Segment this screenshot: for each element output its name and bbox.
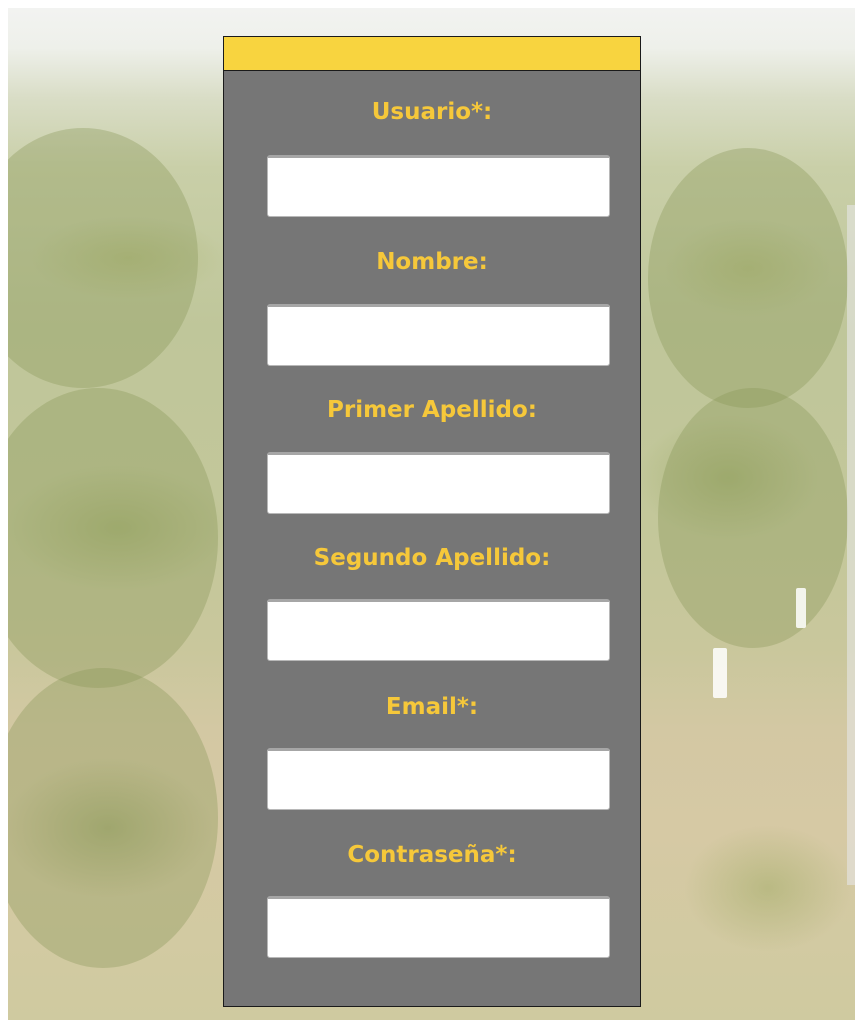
nombre-label: Nombre: — [376, 249, 488, 275]
email-input[interactable] — [267, 748, 610, 810]
usuario-label: Usuario*: — [371, 99, 493, 125]
registration-form: Usuario*: Nombre: Primer Apellido: Segun… — [223, 36, 641, 1007]
primer-apellido-input[interactable] — [267, 452, 610, 514]
segundo-apellido-input[interactable] — [267, 599, 610, 661]
nombre-input[interactable] — [267, 304, 610, 366]
contrasena-label: Contraseña*: — [347, 842, 517, 868]
segundo-apellido-label: Segundo Apellido: — [313, 545, 551, 571]
scrollbar[interactable] — [847, 205, 855, 885]
email-label: Email*: — [385, 694, 479, 720]
contrasena-input[interactable] — [267, 896, 610, 958]
primer-apellido-label: Primer Apellido: — [327, 397, 537, 423]
usuario-input[interactable] — [267, 155, 610, 217]
form-header-bar — [224, 37, 640, 71]
